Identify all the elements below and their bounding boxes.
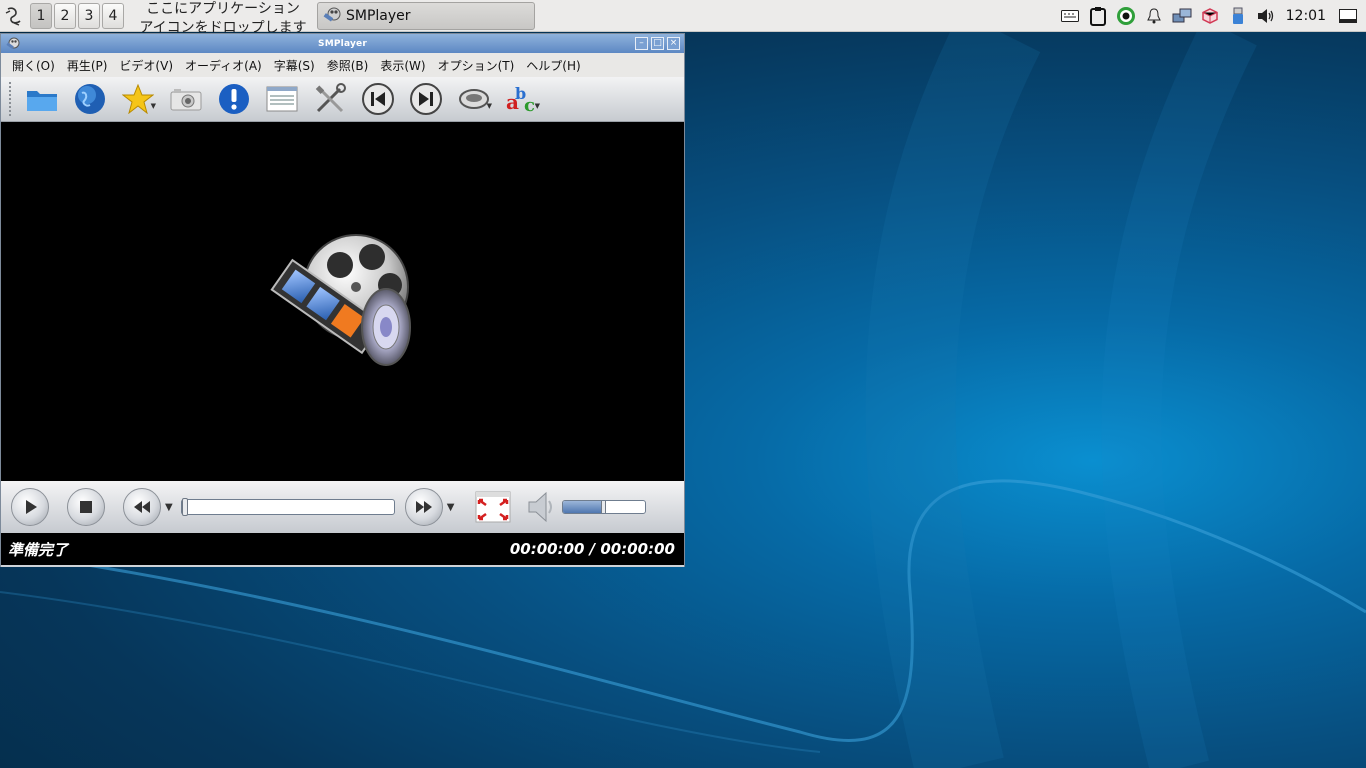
stop-icon [80,501,92,513]
app-menu-button[interactable] [0,0,28,32]
drop-hint-line1: ここにアプリケーション [146,0,300,17]
clipboard-icon[interactable] [1084,0,1112,32]
smplayer-icon [323,7,341,22]
window-titlebar[interactable]: SMPlayer – □ × [1,34,684,53]
mute-button[interactable] [526,490,556,524]
play-button[interactable] [11,488,49,526]
playlist-button[interactable] [258,79,306,119]
previous-icon [362,83,394,115]
menu-play[interactable]: 再生(P) [61,57,114,74]
audio-track-dropdown-icon: ▼ [486,102,492,110]
next-icon [410,83,442,115]
maximize-button[interactable]: □ [651,37,664,50]
close-button[interactable]: × [667,37,680,50]
audio-track-icon [459,89,489,109]
rewind-dropdown-icon[interactable]: ▼ [165,502,173,513]
usb-icon[interactable] [1224,0,1252,32]
open-url-button[interactable] [66,79,114,119]
seek-handle[interactable] [181,498,188,516]
bell-icon[interactable] [1140,0,1168,32]
rewind-icon [134,501,150,513]
fullscreen-icon [475,491,511,523]
workspace-3-button[interactable]: 3 [78,2,100,29]
menu-video[interactable]: ビデオ(V) [113,57,179,74]
audio-track-button[interactable]: ▼ [450,79,498,119]
menu-open[interactable]: 開く(O) [6,57,61,74]
playlist-icon [266,86,298,112]
stop-button[interactable] [67,488,105,526]
favorites-star-icon [122,84,154,114]
window-title: SMPlayer [318,38,367,49]
menu-audio[interactable]: オーディオ(A) [179,57,268,74]
video-area[interactable] [1,122,684,481]
previous-button[interactable] [354,79,402,119]
subtitle-dropdown-icon: ▼ [534,102,540,110]
forward-dropdown-icon[interactable]: ▼ [447,502,455,513]
menu-options[interactable]: オプション(T) [432,57,521,74]
status-bar: 準備完了 00:00:00 / 00:00:00 [1,533,684,565]
package-icon[interactable] [1196,0,1224,32]
taskbar-smplayer-button[interactable]: SMPlayer [317,2,535,30]
clock[interactable]: 12:01 [1286,8,1326,24]
show-desktop-icon[interactable] [1334,0,1362,32]
top-panel: 1 2 3 4 ここにアプリケーション アイコンをドロップします SMPlaye… [0,0,1366,32]
subtitle-icon: a b c [506,84,535,115]
play-icon [26,500,37,514]
seek-bar[interactable] [180,498,395,516]
info-icon [219,84,249,114]
drop-hint-line2: アイコンをドロップします [139,19,307,32]
smplayer-logo-icon [269,233,411,366]
screenshot-button[interactable] [162,79,210,119]
minimize-button[interactable]: – [635,37,648,50]
favorites-button[interactable]: ▼ [114,79,162,119]
main-toolbar: ▼ ▼ a b c ▼ [1,77,684,122]
menu-help[interactable]: ヘルプ(H) [520,57,586,74]
forward-icon [415,501,432,513]
network-icon[interactable] [1168,0,1196,32]
smplayer-window: SMPlayer – □ × 開く(O) 再生(P) ビデオ(V) オーディオ(… [0,33,685,567]
open-folder-icon [27,91,57,111]
fullscreen-button[interactable] [474,490,512,524]
taskbar-smplayer-label: SMPlayer [346,8,411,24]
toolbar-grip[interactable] [9,82,12,116]
launcher-drop-area[interactable]: ここにアプリケーション アイコンをドロップします [132,0,314,32]
time-display: 00:00:00 / 00:00:00 [509,540,675,558]
workspace-switcher: 1 2 3 4 [30,2,124,29]
menu-view[interactable]: 表示(W) [374,57,431,74]
app-menu-icon [5,6,21,26]
system-tray: 12:01 [1056,0,1366,32]
info-button[interactable] [210,79,258,119]
rewind-button[interactable] [123,488,161,526]
speaker-icon [528,491,553,523]
keyboard-icon[interactable] [1056,0,1084,32]
playback-controls: ▼ ▼ [1,481,684,533]
next-button[interactable] [402,79,450,119]
workspace-2-button[interactable]: 2 [54,2,76,29]
workspace-1-button[interactable]: 1 [30,2,52,29]
workspace-4-button[interactable]: 4 [102,2,124,29]
volume-fill [563,501,605,513]
menu-subtitles[interactable]: 字幕(S) [268,57,321,74]
svg-text:c: c [524,95,535,115]
globe-icon [75,84,105,114]
record-icon[interactable] [1112,0,1140,32]
status-text: 準備完了 [8,540,69,559]
subtitle-track-button[interactable]: a b c ▼ [498,79,546,119]
favorites-dropdown-icon: ▼ [150,102,156,110]
volume-icon[interactable] [1252,0,1280,32]
menu-browse[interactable]: 参照(B) [321,57,375,74]
volume-slider[interactable] [562,500,647,514]
preferences-tools-icon [315,83,346,113]
menu-bar: 開く(O) 再生(P) ビデオ(V) オーディオ(A) 字幕(S) 参照(B) … [1,53,684,77]
screenshot-camera-icon [170,89,202,111]
volume-handle[interactable] [601,501,607,513]
forward-button[interactable] [404,488,443,526]
preferences-button[interactable] [306,79,354,119]
window-bottom-border [1,565,684,567]
open-file-button[interactable] [18,79,66,119]
